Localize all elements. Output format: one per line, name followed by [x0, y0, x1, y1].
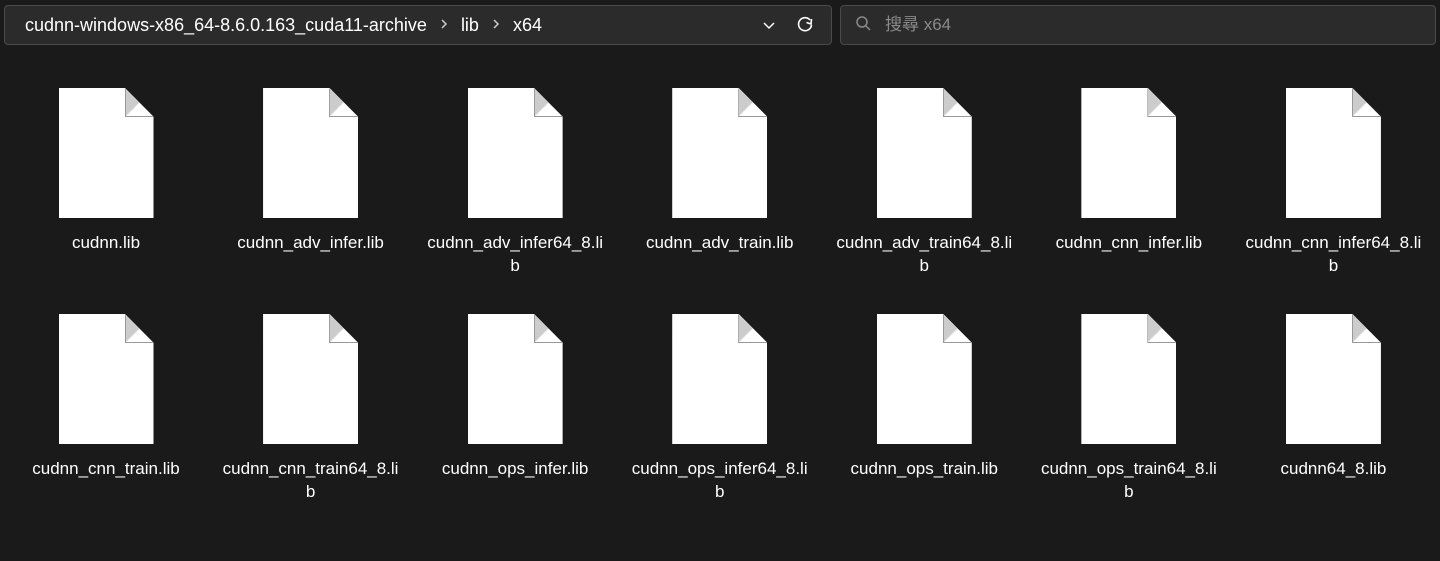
toolbar: cudnn-windows-x86_64-8.6.0.163_cuda11-ar…: [0, 0, 1440, 50]
file-icon: [672, 314, 767, 444]
breadcrumb-segment-1[interactable]: lib: [457, 13, 483, 38]
file-item[interactable]: cudnn_ops_train.lib: [822, 306, 1026, 512]
file-label: cudnn_ops_infer64_8.lib: [630, 458, 810, 504]
search-input[interactable]: [885, 15, 1421, 35]
file-item[interactable]: cudnn_adv_train64_8.lib: [822, 80, 1026, 286]
file-label: cudnn_adv_train64_8.lib: [834, 232, 1014, 278]
address-bar[interactable]: cudnn-windows-x86_64-8.6.0.163_cuda11-ar…: [4, 5, 832, 45]
breadcrumb: cudnn-windows-x86_64-8.6.0.163_cuda11-ar…: [13, 13, 751, 38]
file-item[interactable]: cudnn_cnn_infer64_8.lib: [1231, 80, 1435, 286]
chevron-right-icon: [491, 18, 501, 32]
file-label: cudnn_cnn_train.lib: [32, 458, 179, 504]
file-item[interactable]: cudnn_cnn_train64_8.lib: [209, 306, 413, 512]
file-item[interactable]: cudnn_adv_infer.lib: [209, 80, 413, 286]
file-label: cudnn_cnn_infer.lib: [1056, 232, 1203, 278]
file-icon: [263, 88, 358, 218]
refresh-button[interactable]: [787, 7, 823, 43]
file-icon: [468, 314, 563, 444]
file-item[interactable]: cudnn_ops_train64_8.lib: [1027, 306, 1231, 512]
file-icon: [877, 314, 972, 444]
file-item[interactable]: cudnn_ops_infer64_8.lib: [618, 306, 822, 512]
file-icon: [877, 88, 972, 218]
file-label: cudnn.lib: [72, 232, 140, 278]
breadcrumb-dropdown-button[interactable]: [751, 7, 787, 43]
file-icon: [468, 88, 563, 218]
file-icon: [1081, 314, 1176, 444]
breadcrumb-segment-2[interactable]: x64: [509, 13, 546, 38]
file-icon: [1081, 88, 1176, 218]
file-label: cudnn_adv_train.lib: [646, 232, 793, 278]
file-label: cudnn_cnn_infer64_8.lib: [1243, 232, 1423, 278]
chevron-right-icon: [439, 18, 449, 32]
file-label: cudnn_ops_infer.lib: [442, 458, 589, 504]
file-item[interactable]: cudnn_ops_infer.lib: [413, 306, 617, 512]
file-label: cudnn_ops_train64_8.lib: [1039, 458, 1219, 504]
file-label: cudnn_adv_infer.lib: [237, 232, 384, 278]
search-box[interactable]: [840, 5, 1436, 45]
file-grid: cudnn.lib cudnn_adv_infer.lib cudnn_adv_in…: [0, 50, 1440, 512]
file-label: cudnn64_8.lib: [1280, 458, 1386, 504]
file-icon: [672, 88, 767, 218]
file-item[interactable]: cudnn64_8.lib: [1231, 306, 1435, 512]
breadcrumb-segment-0[interactable]: cudnn-windows-x86_64-8.6.0.163_cuda11-ar…: [21, 13, 431, 38]
file-item[interactable]: cudnn_cnn_train.lib: [4, 306, 208, 512]
file-icon: [263, 314, 358, 444]
file-label: cudnn_cnn_train64_8.lib: [221, 458, 401, 504]
file-icon: [59, 88, 154, 218]
file-icon: [1286, 88, 1381, 218]
file-icon: [59, 314, 154, 444]
file-item[interactable]: cudnn_adv_train.lib: [618, 80, 822, 286]
file-label: cudnn_adv_infer64_8.lib: [425, 232, 605, 278]
file-item[interactable]: cudnn.lib: [4, 80, 208, 286]
file-icon: [1286, 314, 1381, 444]
file-item[interactable]: cudnn_adv_infer64_8.lib: [413, 80, 617, 286]
file-label: cudnn_ops_train.lib: [851, 458, 998, 504]
search-icon: [855, 15, 871, 36]
file-item[interactable]: cudnn_cnn_infer.lib: [1027, 80, 1231, 286]
